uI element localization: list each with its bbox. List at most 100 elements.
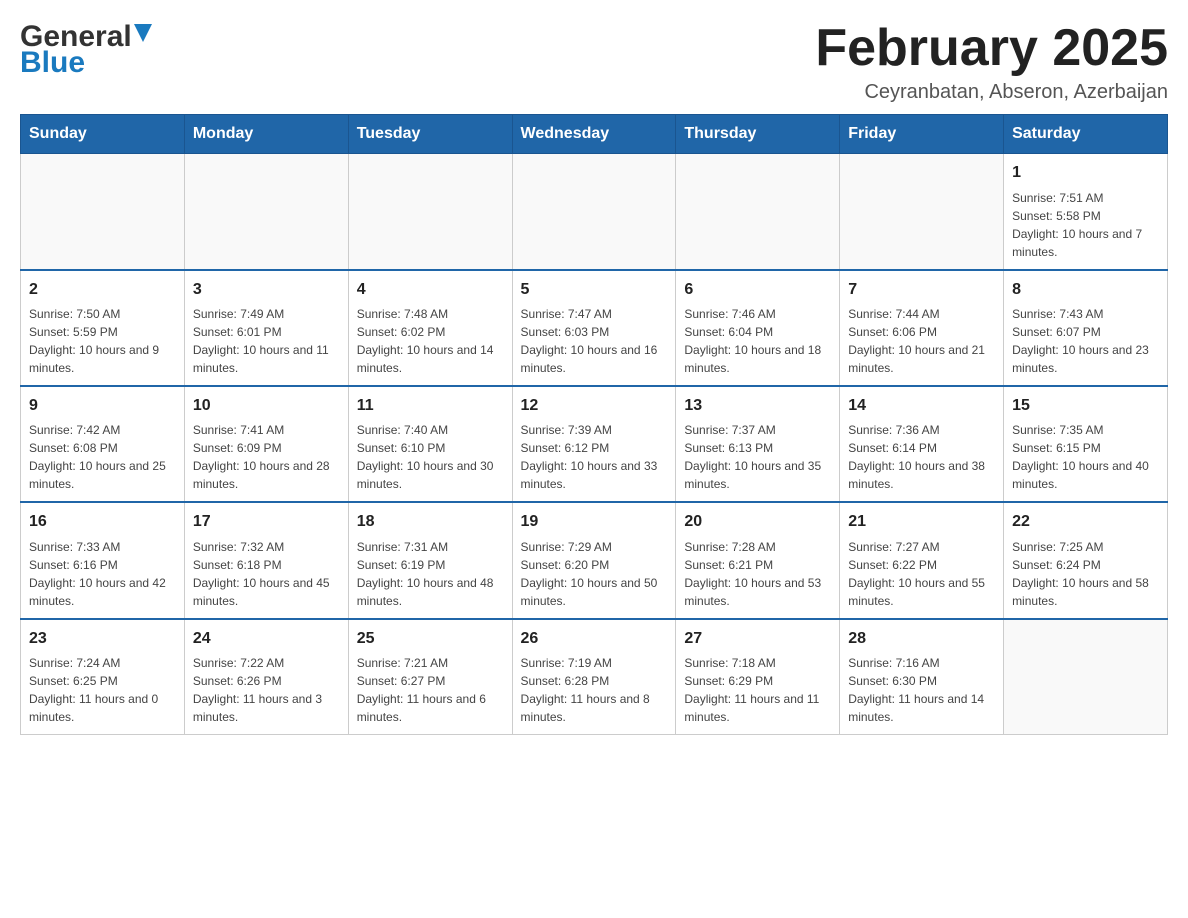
calendar-cell: 13 Sunrise: 7:37 AMSunset: 6:13 PMDayligh… — [676, 386, 840, 502]
day-info: Sunrise: 7:50 AMSunset: 5:59 PMDaylight:… — [29, 305, 176, 377]
calendar-header-thursday: Thursday — [676, 115, 840, 154]
calendar-week-row: 9 Sunrise: 7:42 AMSunset: 6:08 PMDaylight… — [21, 386, 1168, 502]
calendar-cell — [1004, 619, 1168, 735]
title-block: February 2025 Ceyranbatan, Abseron, Azer… — [815, 20, 1168, 104]
day-info: Sunrise: 7:19 AMSunset: 6:28 PMDaylight:… — [521, 654, 668, 726]
day-number: 12 — [521, 395, 668, 417]
day-info: Sunrise: 7:47 AMSunset: 6:03 PMDaylight:… — [521, 305, 668, 377]
day-info: Sunrise: 7:28 AMSunset: 6:21 PMDaylight:… — [684, 538, 831, 610]
day-info: Sunrise: 7:42 AMSunset: 6:08 PMDaylight:… — [29, 421, 176, 493]
day-info: Sunrise: 7:29 AMSunset: 6:20 PMDaylight:… — [521, 538, 668, 610]
day-info: Sunrise: 7:33 AMSunset: 6:16 PMDaylight:… — [29, 538, 176, 610]
calendar-header-tuesday: Tuesday — [348, 115, 512, 154]
day-info: Sunrise: 7:22 AMSunset: 6:26 PMDaylight:… — [193, 654, 340, 726]
calendar-cell: 2 Sunrise: 7:50 AMSunset: 5:59 PMDaylight… — [21, 270, 185, 386]
calendar-cell: 12 Sunrise: 7:39 AMSunset: 6:12 PMDayligh… — [512, 386, 676, 502]
calendar-cell: 1 Sunrise: 7:51 AMSunset: 5:58 PMDaylight… — [1004, 154, 1168, 270]
day-info: Sunrise: 7:25 AMSunset: 6:24 PMDaylight:… — [1012, 538, 1159, 610]
calendar-cell: 15Sunrise: 7:35 AMSunset: 6:15 PMDayligh… — [1004, 386, 1168, 502]
day-info: Sunrise: 7:27 AMSunset: 6:22 PMDaylight:… — [848, 538, 995, 610]
day-number: 25 — [357, 628, 504, 650]
day-info: Sunrise: 7:21 AMSunset: 6:27 PMDaylight:… — [357, 654, 504, 726]
calendar-week-row: 16Sunrise: 7:33 AMSunset: 6:16 PMDayligh… — [21, 502, 1168, 618]
calendar-cell: 16Sunrise: 7:33 AMSunset: 6:16 PMDayligh… — [21, 502, 185, 618]
day-number: 9 — [29, 395, 176, 417]
day-info: Sunrise: 7:31 AMSunset: 6:19 PMDaylight:… — [357, 538, 504, 610]
logo: General Blue — [20, 20, 152, 80]
calendar-cell — [840, 154, 1004, 270]
calendar-cell: 23Sunrise: 7:24 AMSunset: 6:25 PMDayligh… — [21, 619, 185, 735]
calendar-cell: 17 Sunrise: 7:32 AMSunset: 6:18 PMDayligh… — [184, 502, 348, 618]
day-info: Sunrise: 7:36 AMSunset: 6:14 PMDaylight:… — [848, 421, 995, 493]
location-subtitle: Ceyranbatan, Abseron, Azerbaijan — [815, 81, 1168, 104]
day-info: Sunrise: 7:24 AMSunset: 6:25 PMDaylight:… — [29, 654, 176, 726]
calendar-cell: 5 Sunrise: 7:47 AMSunset: 6:03 PMDaylight… — [512, 270, 676, 386]
day-info: Sunrise: 7:49 AMSunset: 6:01 PMDaylight:… — [193, 305, 340, 377]
calendar-cell: 11 Sunrise: 7:40 AMSunset: 6:10 PMDayligh… — [348, 386, 512, 502]
calendar-week-row: 1 Sunrise: 7:51 AMSunset: 5:58 PMDaylight… — [21, 154, 1168, 270]
calendar-header-wednesday: Wednesday — [512, 115, 676, 154]
day-number: 22 — [1012, 511, 1159, 533]
day-number: 17 — [193, 511, 340, 533]
day-info: Sunrise: 7:16 AMSunset: 6:30 PMDaylight:… — [848, 654, 995, 726]
calendar-cell: 19 Sunrise: 7:29 AMSunset: 6:20 PMDayligh… — [512, 502, 676, 618]
day-number: 5 — [521, 279, 668, 301]
calendar-cell: 27 Sunrise: 7:18 AMSunset: 6:29 PMDayligh… — [676, 619, 840, 735]
day-number: 26 — [521, 628, 668, 650]
month-title: February 2025 — [815, 20, 1168, 77]
calendar-cell: 7Sunrise: 7:44 AMSunset: 6:06 PMDaylight… — [840, 270, 1004, 386]
calendar-cell: 3 Sunrise: 7:49 AMSunset: 6:01 PMDaylight… — [184, 270, 348, 386]
day-info: Sunrise: 7:46 AMSunset: 6:04 PMDaylight:… — [684, 305, 831, 377]
day-number: 8 — [1012, 279, 1159, 301]
page-header: General Blue February 2025 Ceyranbatan, … — [20, 20, 1168, 104]
calendar-cell: 22 Sunrise: 7:25 AMSunset: 6:24 PMDayligh… — [1004, 502, 1168, 618]
day-number: 15 — [1012, 395, 1159, 417]
calendar-week-row: 2 Sunrise: 7:50 AMSunset: 5:59 PMDaylight… — [21, 270, 1168, 386]
day-info: Sunrise: 7:41 AMSunset: 6:09 PMDaylight:… — [193, 421, 340, 493]
day-info: Sunrise: 7:51 AMSunset: 5:58 PMDaylight:… — [1012, 189, 1159, 261]
calendar-cell: 10 Sunrise: 7:41 AMSunset: 6:09 PMDayligh… — [184, 386, 348, 502]
day-number: 14 — [848, 395, 995, 417]
calendar-cell: 14 Sunrise: 7:36 AMSunset: 6:14 PMDayligh… — [840, 386, 1004, 502]
day-number: 21 — [848, 511, 995, 533]
day-number: 7 — [848, 279, 995, 301]
day-info: Sunrise: 7:48 AMSunset: 6:02 PMDaylight:… — [357, 305, 504, 377]
day-number: 20 — [684, 511, 831, 533]
calendar-cell: 6 Sunrise: 7:46 AMSunset: 6:04 PMDaylight… — [676, 270, 840, 386]
calendar-cell — [184, 154, 348, 270]
calendar-cell: 24Sunrise: 7:22 AMSunset: 6:26 PMDayligh… — [184, 619, 348, 735]
calendar-cell — [21, 154, 185, 270]
calendar-header-monday: Monday — [184, 115, 348, 154]
day-info: Sunrise: 7:32 AMSunset: 6:18 PMDaylight:… — [193, 538, 340, 610]
calendar-cell: 20 Sunrise: 7:28 AMSunset: 6:21 PMDayligh… — [676, 502, 840, 618]
day-number: 27 — [684, 628, 831, 650]
calendar-cell: 28 Sunrise: 7:16 AMSunset: 6:30 PMDayligh… — [840, 619, 1004, 735]
day-number: 1 — [1012, 162, 1159, 184]
calendar-table: SundayMondayTuesdayWednesdayThursdayFrid… — [20, 114, 1168, 735]
day-info: Sunrise: 7:37 AMSunset: 6:13 PMDaylight:… — [684, 421, 831, 493]
day-info: Sunrise: 7:40 AMSunset: 6:10 PMDaylight:… — [357, 421, 504, 493]
calendar-week-row: 23Sunrise: 7:24 AMSunset: 6:25 PMDayligh… — [21, 619, 1168, 735]
calendar-cell: 9 Sunrise: 7:42 AMSunset: 6:08 PMDaylight… — [21, 386, 185, 502]
logo-blue: Blue — [20, 46, 85, 80]
day-number: 2 — [29, 279, 176, 301]
day-number: 4 — [357, 279, 504, 301]
calendar-cell: 25 Sunrise: 7:21 AMSunset: 6:27 PMDayligh… — [348, 619, 512, 735]
day-number: 3 — [193, 279, 340, 301]
calendar-cell: 8 Sunrise: 7:43 AMSunset: 6:07 PMDaylight… — [1004, 270, 1168, 386]
day-info: Sunrise: 7:18 AMSunset: 6:29 PMDaylight:… — [684, 654, 831, 726]
day-number: 19 — [521, 511, 668, 533]
day-number: 13 — [684, 395, 831, 417]
calendar-cell: 18Sunrise: 7:31 AMSunset: 6:19 PMDayligh… — [348, 502, 512, 618]
day-number: 10 — [193, 395, 340, 417]
day-info: Sunrise: 7:39 AMSunset: 6:12 PMDaylight:… — [521, 421, 668, 493]
calendar-cell — [512, 154, 676, 270]
calendar-header-sunday: Sunday — [21, 115, 185, 154]
day-info: Sunrise: 7:43 AMSunset: 6:07 PMDaylight:… — [1012, 305, 1159, 377]
day-number: 11 — [357, 395, 504, 417]
calendar-header-row: SundayMondayTuesdayWednesdayThursdayFrid… — [21, 115, 1168, 154]
calendar-header-saturday: Saturday — [1004, 115, 1168, 154]
day-number: 28 — [848, 628, 995, 650]
logo-triangle-icon — [134, 24, 152, 42]
day-number: 6 — [684, 279, 831, 301]
